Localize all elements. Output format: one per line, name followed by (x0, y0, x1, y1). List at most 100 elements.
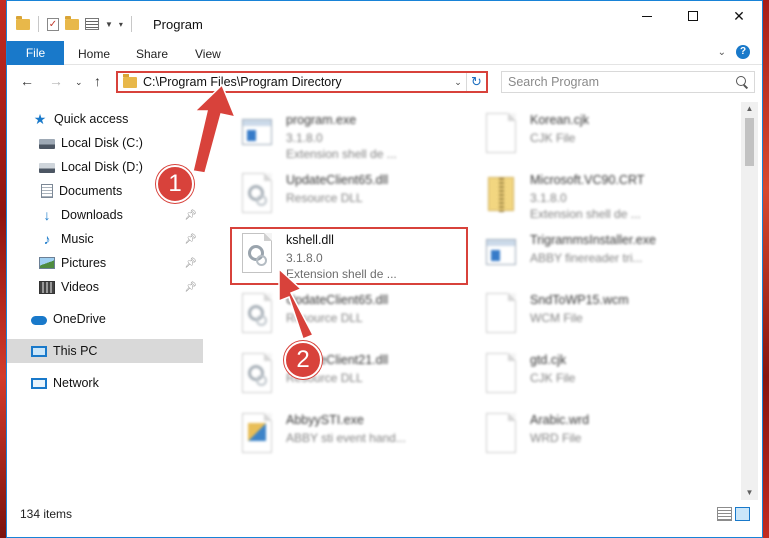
file-tile[interactable]: AbbyySTI.exe ABBY sti event hand... (228, 405, 468, 461)
tab-share[interactable]: Share (136, 47, 168, 61)
pin-icon[interactable]: 📌︎ (184, 258, 197, 269)
sidebar-item-videos[interactable]: Videos 📌︎ (7, 275, 203, 299)
search-input[interactable]: Search Program (501, 71, 755, 93)
disk-icon (39, 163, 55, 173)
network-icon (31, 377, 47, 389)
maximize-icon (688, 11, 698, 21)
file-type: CJK File (530, 371, 576, 385)
page-icon (484, 111, 518, 155)
sidebar-item-pictures[interactable]: Pictures 📌︎ (7, 251, 203, 275)
toolbar-divider (38, 16, 39, 32)
close-icon: ✕ (733, 7, 745, 24)
pin-icon[interactable]: 📌︎ (184, 282, 197, 293)
properties-check-icon[interactable]: ✓ (47, 17, 59, 31)
customize-toolbar-icon[interactable]: ▾ (119, 20, 123, 29)
minimize-icon (642, 15, 652, 17)
chevron-down-icon[interactable]: ▼ (105, 20, 113, 29)
file-description: Extension shell de ... (286, 147, 397, 161)
refresh-icon[interactable]: ↻ (466, 73, 486, 91)
minimize-button[interactable] (624, 1, 670, 31)
dll-gear-icon (240, 291, 274, 335)
file-tile[interactable]: program.exe 3.1.8.0 Extension shell de .… (228, 105, 468, 161)
folder-icon (123, 73, 137, 88)
sidebar-item-label: Pictures (61, 256, 107, 270)
file-name: gtd.cjk (530, 353, 567, 367)
computer-icon (31, 345, 47, 357)
file-version: 3.1.8.0 (530, 191, 567, 205)
file-tile[interactable]: TrigrammsInstaller.exe ABBY finereader t… (472, 225, 712, 281)
sidebar-item-network[interactable]: Network (7, 371, 203, 395)
view-properties-icon[interactable] (85, 18, 99, 30)
dll-gear-icon (240, 351, 274, 395)
chevron-down-icon[interactable]: ⌄ (450, 77, 466, 88)
file-type: WCM File (530, 311, 583, 325)
pin-icon[interactable]: 📌︎ (184, 234, 197, 245)
tab-file[interactable]: File (7, 41, 64, 65)
folder-icon[interactable] (16, 15, 30, 30)
page-icon (484, 291, 518, 335)
file-name: Microsoft.VC90.CRT (530, 173, 645, 187)
help-icon[interactable]: ? (736, 45, 750, 59)
file-tile[interactable]: UpdateClient65.dll Resource DLL (228, 285, 468, 341)
title-bar: ✓ ▼ ▾ Program ✕ (7, 1, 762, 39)
pin-icon[interactable]: 📌︎ (184, 210, 197, 221)
file-tile[interactable]: UpdateClient21.dll Resource DLL (228, 345, 468, 401)
pictures-icon (39, 257, 55, 269)
vertical-scrollbar[interactable]: ▲ ▼ (741, 102, 758, 500)
tiles-view-icon[interactable] (735, 507, 750, 521)
address-path[interactable]: C:\Program Files\Program Directory (143, 75, 450, 89)
callout-step-two: 2 (284, 341, 322, 379)
address-bar[interactable]: C:\Program Files\Program Directory ⌄ ↻ (116, 71, 488, 93)
maximize-button[interactable] (670, 1, 716, 31)
recent-locations-chevron-icon[interactable]: ⌄ (75, 77, 83, 88)
exe-icon (240, 411, 274, 455)
details-view-icon[interactable] (717, 507, 732, 521)
sidebar-item-label: Documents (59, 184, 123, 198)
up-arrow-icon[interactable]: ↑ (94, 73, 101, 89)
sidebar-item-this-pc[interactable]: This PC (7, 339, 203, 363)
file-name: TrigrammsInstaller.exe (530, 233, 656, 247)
tab-home[interactable]: Home (78, 47, 110, 61)
sidebar-item-music[interactable]: ♪ Music 📌︎ (7, 227, 203, 251)
toolbar-divider (130, 16, 132, 32)
page-icon (484, 351, 518, 395)
sidebar-item-label: Local Disk (D:) (61, 160, 143, 174)
file-version: 3.1.8.0 (286, 131, 323, 145)
kshell-highlight-box (230, 227, 468, 285)
file-description: Extension shell de ... (530, 207, 641, 221)
file-tile[interactable]: Microsoft.VC90.CRT 3.1.8.0 Extension she… (472, 165, 712, 221)
scroll-up-icon[interactable]: ▲ (741, 102, 758, 116)
file-tile[interactable]: SndToWP15.wcm WCM File (472, 285, 712, 341)
sidebar-item-onedrive[interactable]: OneDrive (7, 307, 203, 331)
back-arrow-icon[interactable]: ← (20, 73, 34, 89)
sidebar-item-quick-access[interactable]: ★ Quick access (7, 107, 203, 131)
close-button[interactable]: ✕ (716, 1, 762, 31)
file-description: ABBY finereader tri... (530, 251, 643, 265)
sidebar-item-label: OneDrive (53, 312, 106, 326)
cloud-icon (31, 316, 47, 325)
sidebar-item-downloads[interactable]: ↓ Downloads 📌︎ (7, 203, 203, 227)
scroll-down-icon[interactable]: ▼ (741, 486, 758, 500)
page-icon (484, 411, 518, 455)
ribbon-tabs: File Home Share View ⌄ ? (7, 41, 762, 65)
search-icon[interactable] (736, 76, 748, 88)
file-name: Korean.cjk (530, 113, 590, 127)
ribbon-right-controls: ⌄ ? (718, 45, 750, 59)
file-tile[interactable]: gtd.cjk CJK File (472, 345, 712, 401)
window-title: Program (153, 17, 203, 32)
sidebar-item-label: Quick access (54, 112, 129, 126)
item-count: 134 items (20, 507, 73, 521)
file-tile[interactable]: UpdateClient65.dll Resource DLL (228, 165, 468, 221)
new-folder-icon[interactable] (65, 15, 79, 30)
expand-ribbon-icon[interactable]: ⌄ (718, 47, 726, 58)
window-controls: ✕ (624, 1, 762, 31)
file-tile[interactable]: Arabic.wrd WRD File (472, 405, 712, 461)
forward-arrow-icon[interactable]: → (49, 73, 63, 89)
tab-view[interactable]: View (195, 47, 221, 61)
file-tile[interactable]: Korean.cjk CJK File (472, 105, 712, 161)
exe-icon (240, 111, 274, 155)
scrollbar-thumb[interactable] (745, 118, 754, 166)
sidebar-item-local-disk-c[interactable]: Local Disk (C:) (7, 131, 203, 155)
file-description: ABBY sti event hand... (286, 431, 406, 445)
disk-icon (39, 139, 55, 149)
